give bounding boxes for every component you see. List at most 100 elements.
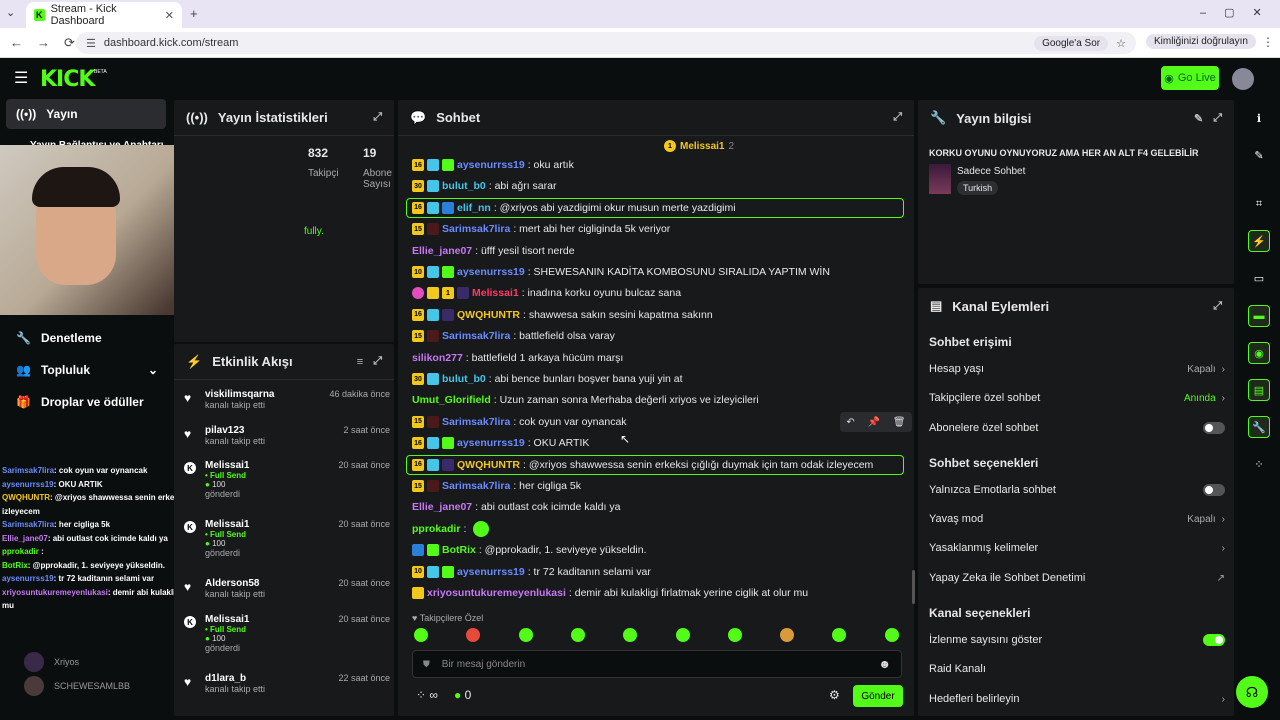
chat-username[interactable]: Sarimsak7lira <box>442 416 510 428</box>
lightning-icon[interactable]: ⚡ <box>1248 230 1270 252</box>
emote-icon[interactable] <box>780 628 795 642</box>
banned-words-row[interactable]: Yasaklanmış kelimeler › <box>929 539 1225 557</box>
chat-message[interactable]: 16 QWQHUNTR: @xriyos shawwessa senin erke… <box>406 454 904 475</box>
expand-icon[interactable]: ⤢ <box>373 111 382 124</box>
bookmark-star-icon[interactable]: ☆ <box>1116 37 1126 50</box>
chat-username[interactable]: pprokadir <box>412 523 460 535</box>
chat-username[interactable]: QWQHUNTR <box>457 309 520 321</box>
chat-username[interactable]: aysenurrss19 <box>457 266 525 278</box>
goals-row[interactable]: Hedefleri belirleyin › <box>929 690 1225 708</box>
pin-icon[interactable]: 📌 <box>868 417 880 428</box>
identity-chip[interactable]: Kimliğinizi doğrulayın <box>1146 34 1256 49</box>
chat-message[interactable]: 10 aysenurrss19: tr 72 kaditanın selami v… <box>412 562 902 582</box>
account-age-row[interactable]: Hesap yaşı Kapalı › <box>929 360 1225 378</box>
slow-mode-row[interactable]: Yavaş mod Kapalı › <box>929 510 1225 528</box>
screenshot-icon[interactable]: ⌗ <box>1248 193 1270 215</box>
chat-message[interactable]: Ellie_jane07: abi outlast cok icimde kal… <box>412 497 902 517</box>
filter-icon[interactable]: ≡ <box>357 356 363 368</box>
chat-username[interactable]: Umut_Glorifield <box>412 394 491 406</box>
chat-username[interactable]: QWQHUNTR <box>457 459 520 471</box>
chat-message[interactable]: Ellie_jane07: üfff yesil tisort nerde <box>412 241 902 261</box>
go-live-button[interactable]: ◉ Go Live <box>1161 66 1219 90</box>
close-tab-icon[interactable]: ✕ <box>165 9 174 22</box>
chat-username[interactable]: elif_nn <box>457 202 491 214</box>
emote-only-toggle[interactable] <box>1203 484 1225 496</box>
emote-icon[interactable] <box>675 628 690 642</box>
chat-input[interactable]: ⛊ Bir mesaj gönderin ☻ <box>412 650 902 678</box>
emote-icon[interactable] <box>727 628 742 642</box>
emote-icon[interactable] <box>414 628 428 642</box>
chat-message[interactable]: 15 Sarimsak7lira: cok oyun var oynancak <box>412 412 902 432</box>
broadcast-icon[interactable]: ◉ <box>1248 342 1270 364</box>
chat-message[interactable]: 16 aysenurrss19: oku artık <box>412 155 902 175</box>
chat-username[interactable]: BotRix <box>442 544 476 556</box>
chat-message[interactable]: 16 QWQHUNTR: shawwesa sakın sesini kapatm… <box>412 305 902 325</box>
google-lens-chip[interactable]: Google'a Sor <box>1034 35 1109 51</box>
activity-event[interactable]: K Melissai1 • Full Send ● 100 gönderdi 20 saa… <box>180 460 390 499</box>
chat-message[interactable]: 30 bulut_b0: abi bence bunları boşver ban… <box>412 369 902 389</box>
chat-username[interactable]: xriyosuntukuremeyenlukasi <box>427 587 566 599</box>
chat-message[interactable]: 16 aysenurrss19: OKU ARTIK <box>412 433 902 453</box>
chat-username[interactable]: bulut_b0 <box>442 373 486 385</box>
address-bar[interactable]: ☰ dashboard.kick.com/stream Google'a Sor… <box>76 32 1136 54</box>
reply-icon[interactable]: ↶ <box>846 417 854 428</box>
emote-icon[interactable] <box>884 628 899 642</box>
chat-message[interactable]: 15 Sarimsak7lira: her cigliga 5k <box>412 476 902 496</box>
document-icon[interactable]: ▭ <box>1248 267 1270 289</box>
chat-username[interactable]: Ellie_jane07 <box>412 501 472 513</box>
emote-icon[interactable] <box>518 628 533 642</box>
chat-icon[interactable]: ▬ <box>1248 305 1270 327</box>
chat-message[interactable]: silikon277: battlefield 1 arkaya hücüm m… <box>412 348 902 368</box>
chat-message[interactable]: 15 Sarimsak7lira: battlefield olsa varay <box>412 326 902 346</box>
expand-icon[interactable]: ⤢ <box>893 111 902 124</box>
pinned-gifter[interactable]: 1 Melissai1 2 <box>664 140 734 152</box>
show-viewers-toggle[interactable] <box>1203 634 1225 646</box>
chat-message[interactable]: 10 aysenurrss19: SHEWESANIN KADİTA KOMBOS… <box>412 262 902 282</box>
sidebar-item-drops[interactable]: 🎁 Droplar ve ödüller <box>6 387 166 417</box>
chat-username[interactable]: aysenurrss19 <box>457 159 525 171</box>
info-icon[interactable]: ℹ <box>1248 107 1270 129</box>
kick-points[interactable]: ● 0 <box>454 688 471 702</box>
chat-message[interactable]: 1 Melissai1: inadına korku oyunu bulcaz s… <box>412 283 902 303</box>
ai-mod-row[interactable]: Yapay Zeka ile Sohbet Denetimi ↗ <box>929 569 1225 587</box>
sidebar-item-community[interactable]: 👥 Topluluk ⌄ <box>6 355 166 385</box>
chat-message[interactable]: 30 bulut_b0: abi ağrı sarar <box>412 176 902 196</box>
chat-username[interactable]: aysenurrss19 <box>457 437 525 449</box>
chat-message[interactable]: pprokadir: <box>412 519 902 539</box>
support-headset-icon[interactable]: ☊ <box>1236 676 1268 708</box>
followers-chat-row[interactable]: Takipçilere özel sohbet Anında › <box>929 389 1225 407</box>
trash-icon[interactable]: 🗑 <box>893 417 906 428</box>
wrench-icon[interactable]: 🔧 <box>1248 416 1270 438</box>
chat-scrollbar[interactable] <box>912 570 915 604</box>
activity-event[interactable]: ♥ d1lara_b kanalı takip etti 22 saat önce <box>180 673 390 694</box>
expand-icon[interactable]: ⤢ <box>1213 112 1222 125</box>
chat-username[interactable]: Ellie_jane07 <box>412 245 472 257</box>
chat-username[interactable]: aysenurrss19 <box>457 566 525 578</box>
new-tab-icon[interactable]: + <box>190 6 198 21</box>
chat-username[interactable]: Sarimsak7lira <box>442 223 510 235</box>
site-info-icon[interactable]: ☰ <box>86 37 96 50</box>
edit-pencil-icon[interactable]: ✎ <box>1194 112 1203 125</box>
chat-username[interactable]: bulut_b0 <box>442 180 486 192</box>
raid-row[interactable]: Raid Kanalı <box>929 660 1225 678</box>
chat-message[interactable]: 16 elif_nn: @xriyos abi yazdigimi okur mu… <box>406 197 904 218</box>
activity-event[interactable]: ♥ viskilimsqarna kanalı takip etti 46 dakik… <box>180 389 390 410</box>
chat-username[interactable]: Sarimsak7lira <box>442 480 510 492</box>
browser-menu-icon[interactable]: ⋮ <box>1262 35 1274 49</box>
emote-icon[interactable] <box>570 628 585 642</box>
chat-username[interactable]: Melissai1 <box>472 287 519 299</box>
dots-icon[interactable]: ⁘ <box>1248 453 1270 475</box>
chat-username[interactable]: silikon277 <box>412 352 463 364</box>
send-button[interactable]: Gönder <box>853 685 903 707</box>
emoji-picker-icon[interactable]: ☻ <box>878 657 891 671</box>
chat-message[interactable]: xriyosuntukuremeyenlukasi: demir abi kul… <box>412 583 902 603</box>
window-controls[interactable]: –▢✕ <box>1200 6 1280 19</box>
browser-tab[interactable]: K Stream - Kick Dashboard ✕ <box>26 2 182 28</box>
settings-gear-icon[interactable]: ⚙ <box>829 688 840 702</box>
points-infinity[interactable]: ⁘ ∞ <box>416 688 438 702</box>
actions-icon[interactable]: ▤ <box>1248 379 1270 401</box>
tab-list-icon[interactable]: ⌄ <box>6 6 15 19</box>
hamburger-menu-icon[interactable]: ☰ <box>14 68 28 88</box>
avatar[interactable] <box>1232 68 1254 90</box>
chat-message[interactable]: 15 Sarimsak7lira: mert abi her cigliginda… <box>412 219 902 239</box>
